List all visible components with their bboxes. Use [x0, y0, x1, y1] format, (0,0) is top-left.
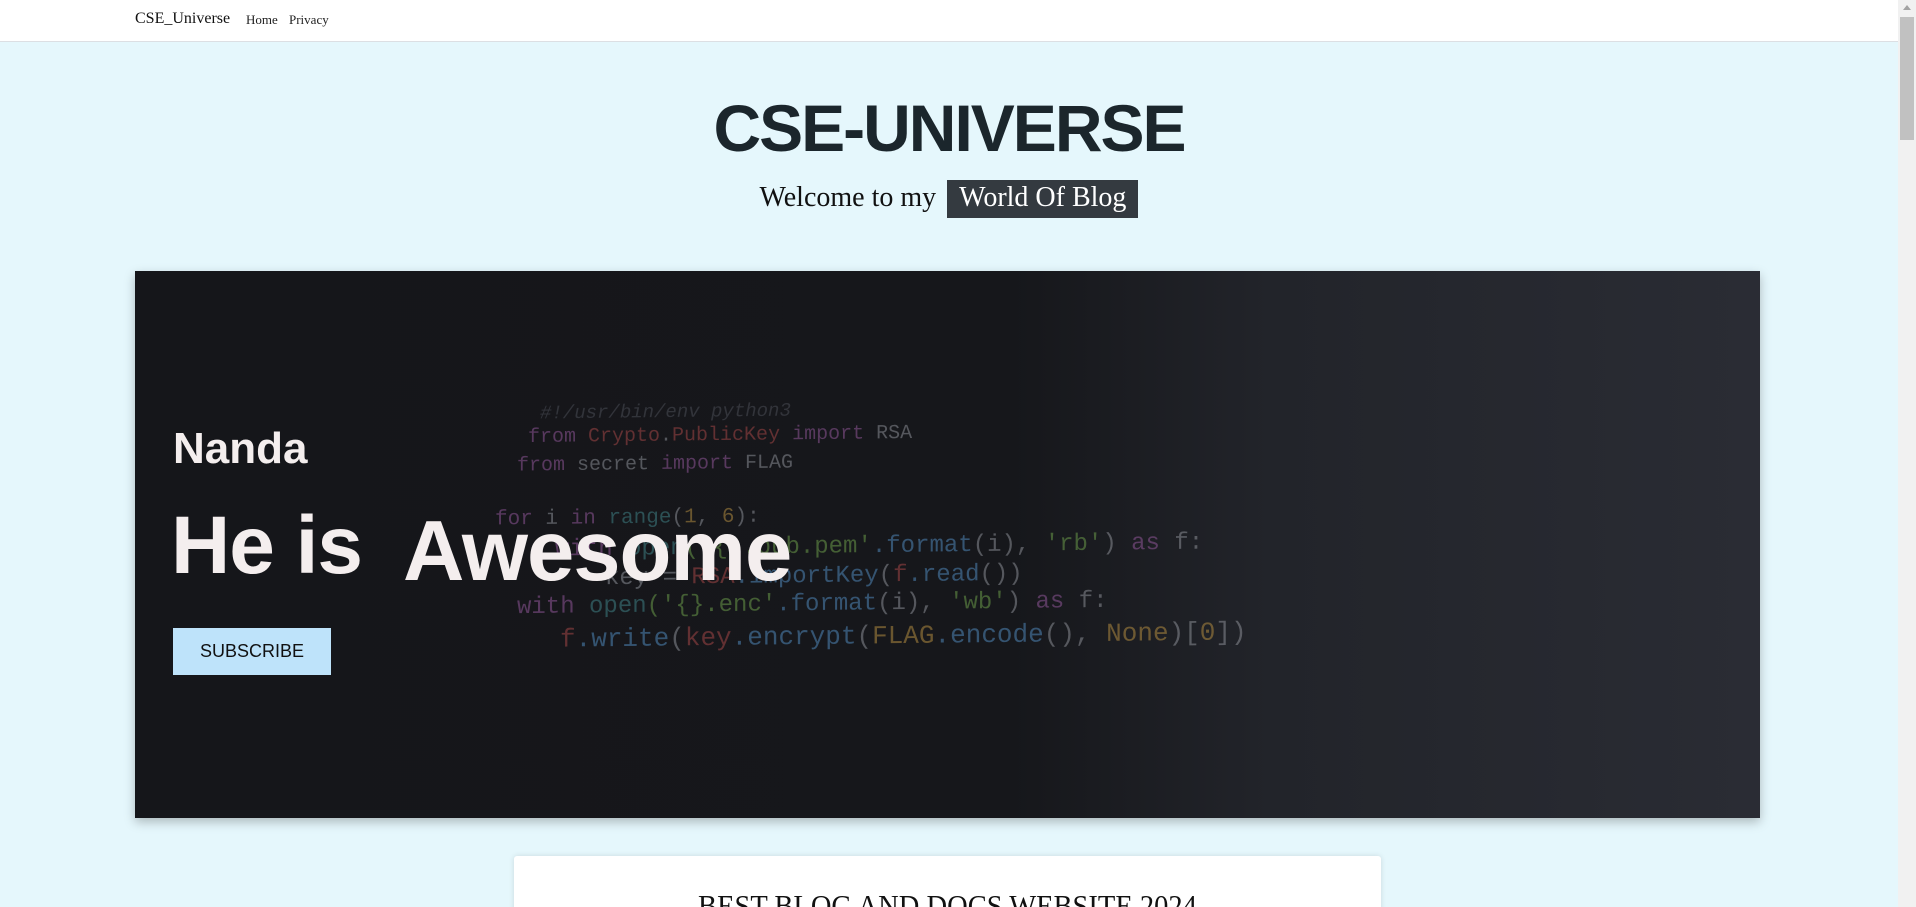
- code-token: (),: [1043, 618, 1107, 650]
- code-token: from: [517, 453, 578, 478]
- code-token: .read: [907, 561, 980, 590]
- code-token: 'rb': [1044, 530, 1103, 559]
- code-token: secret: [577, 452, 662, 477]
- code-token: (i),: [972, 531, 1045, 560]
- code-token: FLAG: [745, 451, 794, 476]
- code-token: f:: [1078, 587, 1108, 616]
- hero-headline-1: He is: [171, 500, 363, 591]
- card-title: BEST BLOG AND DOCS WEBSITE 2024: [698, 888, 1197, 907]
- code-token: ()): [979, 560, 1023, 589]
- code-line: f.write(key.encrypt(FLAG.encode(), None)…: [560, 617, 1247, 654]
- code-token: .format: [776, 590, 878, 619]
- code-token: ): [1102, 530, 1132, 558]
- code-token: as: [1131, 529, 1175, 558]
- code-token: #!/usr/bin/env python3: [540, 399, 791, 425]
- code-token: (: [878, 562, 894, 590]
- code-token: (: [856, 621, 873, 652]
- code-line: from Crypto.PublicKey import RSA: [528, 422, 912, 449]
- code-token: from: [528, 425, 589, 450]
- code-token: (i),: [877, 589, 950, 618]
- code-token: PublicKey: [672, 423, 781, 448]
- subtitle-badge: World Of Blog: [947, 180, 1139, 218]
- code-token: .encrypt: [731, 621, 857, 653]
- code-token: f:: [1174, 529, 1204, 557]
- code-line: from secret import FLAG: [517, 452, 793, 478]
- code-token: ]): [1215, 617, 1247, 648]
- code-token: import: [780, 422, 877, 447]
- page-scrollbar[interactable]: [1898, 0, 1916, 907]
- code-token: FLAG: [872, 620, 935, 652]
- code-token: 'wb': [949, 588, 1007, 617]
- hero-name: Nanda: [173, 424, 308, 473]
- code-token: key: [684, 622, 732, 654]
- scrollbar-thumb[interactable]: [1900, 17, 1914, 140]
- code-token: .format: [871, 532, 973, 561]
- code-line: #!/usr/bin/env python3: [540, 400, 791, 425]
- scroll-up-arrow-icon[interactable]: [1903, 5, 1911, 10]
- code-token: 0: [1199, 617, 1216, 648]
- nav-home-link[interactable]: Home: [246, 12, 278, 28]
- code-token: f: [893, 562, 908, 590]
- code-token: f: [560, 624, 576, 655]
- code-token: (: [669, 623, 685, 654]
- brand-link[interactable]: CSE_Universe: [135, 10, 230, 28]
- code-token: )[: [1168, 617, 1200, 649]
- code-token: as: [1035, 588, 1079, 616]
- navbar: CSE_Universe Home Privacy: [0, 0, 1898, 42]
- subscribe-button[interactable]: SUBSCRIBE: [173, 628, 331, 675]
- code-token: ): [1006, 588, 1036, 616]
- site-subtitle: Welcome to my World Of Blog: [0, 180, 1898, 218]
- code-token: Crypto: [588, 424, 661, 449]
- code-token: RSA: [876, 421, 913, 446]
- code-token: .: [660, 424, 673, 448]
- subtitle-text: Welcome to my: [759, 182, 937, 213]
- code-token: import: [661, 452, 746, 476]
- nav-privacy-link[interactable]: Privacy: [289, 12, 329, 28]
- site-title: CSE-UNIVERSE: [713, 91, 1186, 165]
- code-token: .encode: [934, 619, 1044, 651]
- code-token: .write: [575, 623, 670, 655]
- hero-headline-2: Awesome: [403, 504, 792, 599]
- code-token: None: [1106, 618, 1169, 649]
- hero-banner: #!/usr/bin/env python3 from Crypto.Public…: [135, 271, 1760, 818]
- featured-card: BEST BLOG AND DOCS WEBSITE 2024: [514, 856, 1381, 907]
